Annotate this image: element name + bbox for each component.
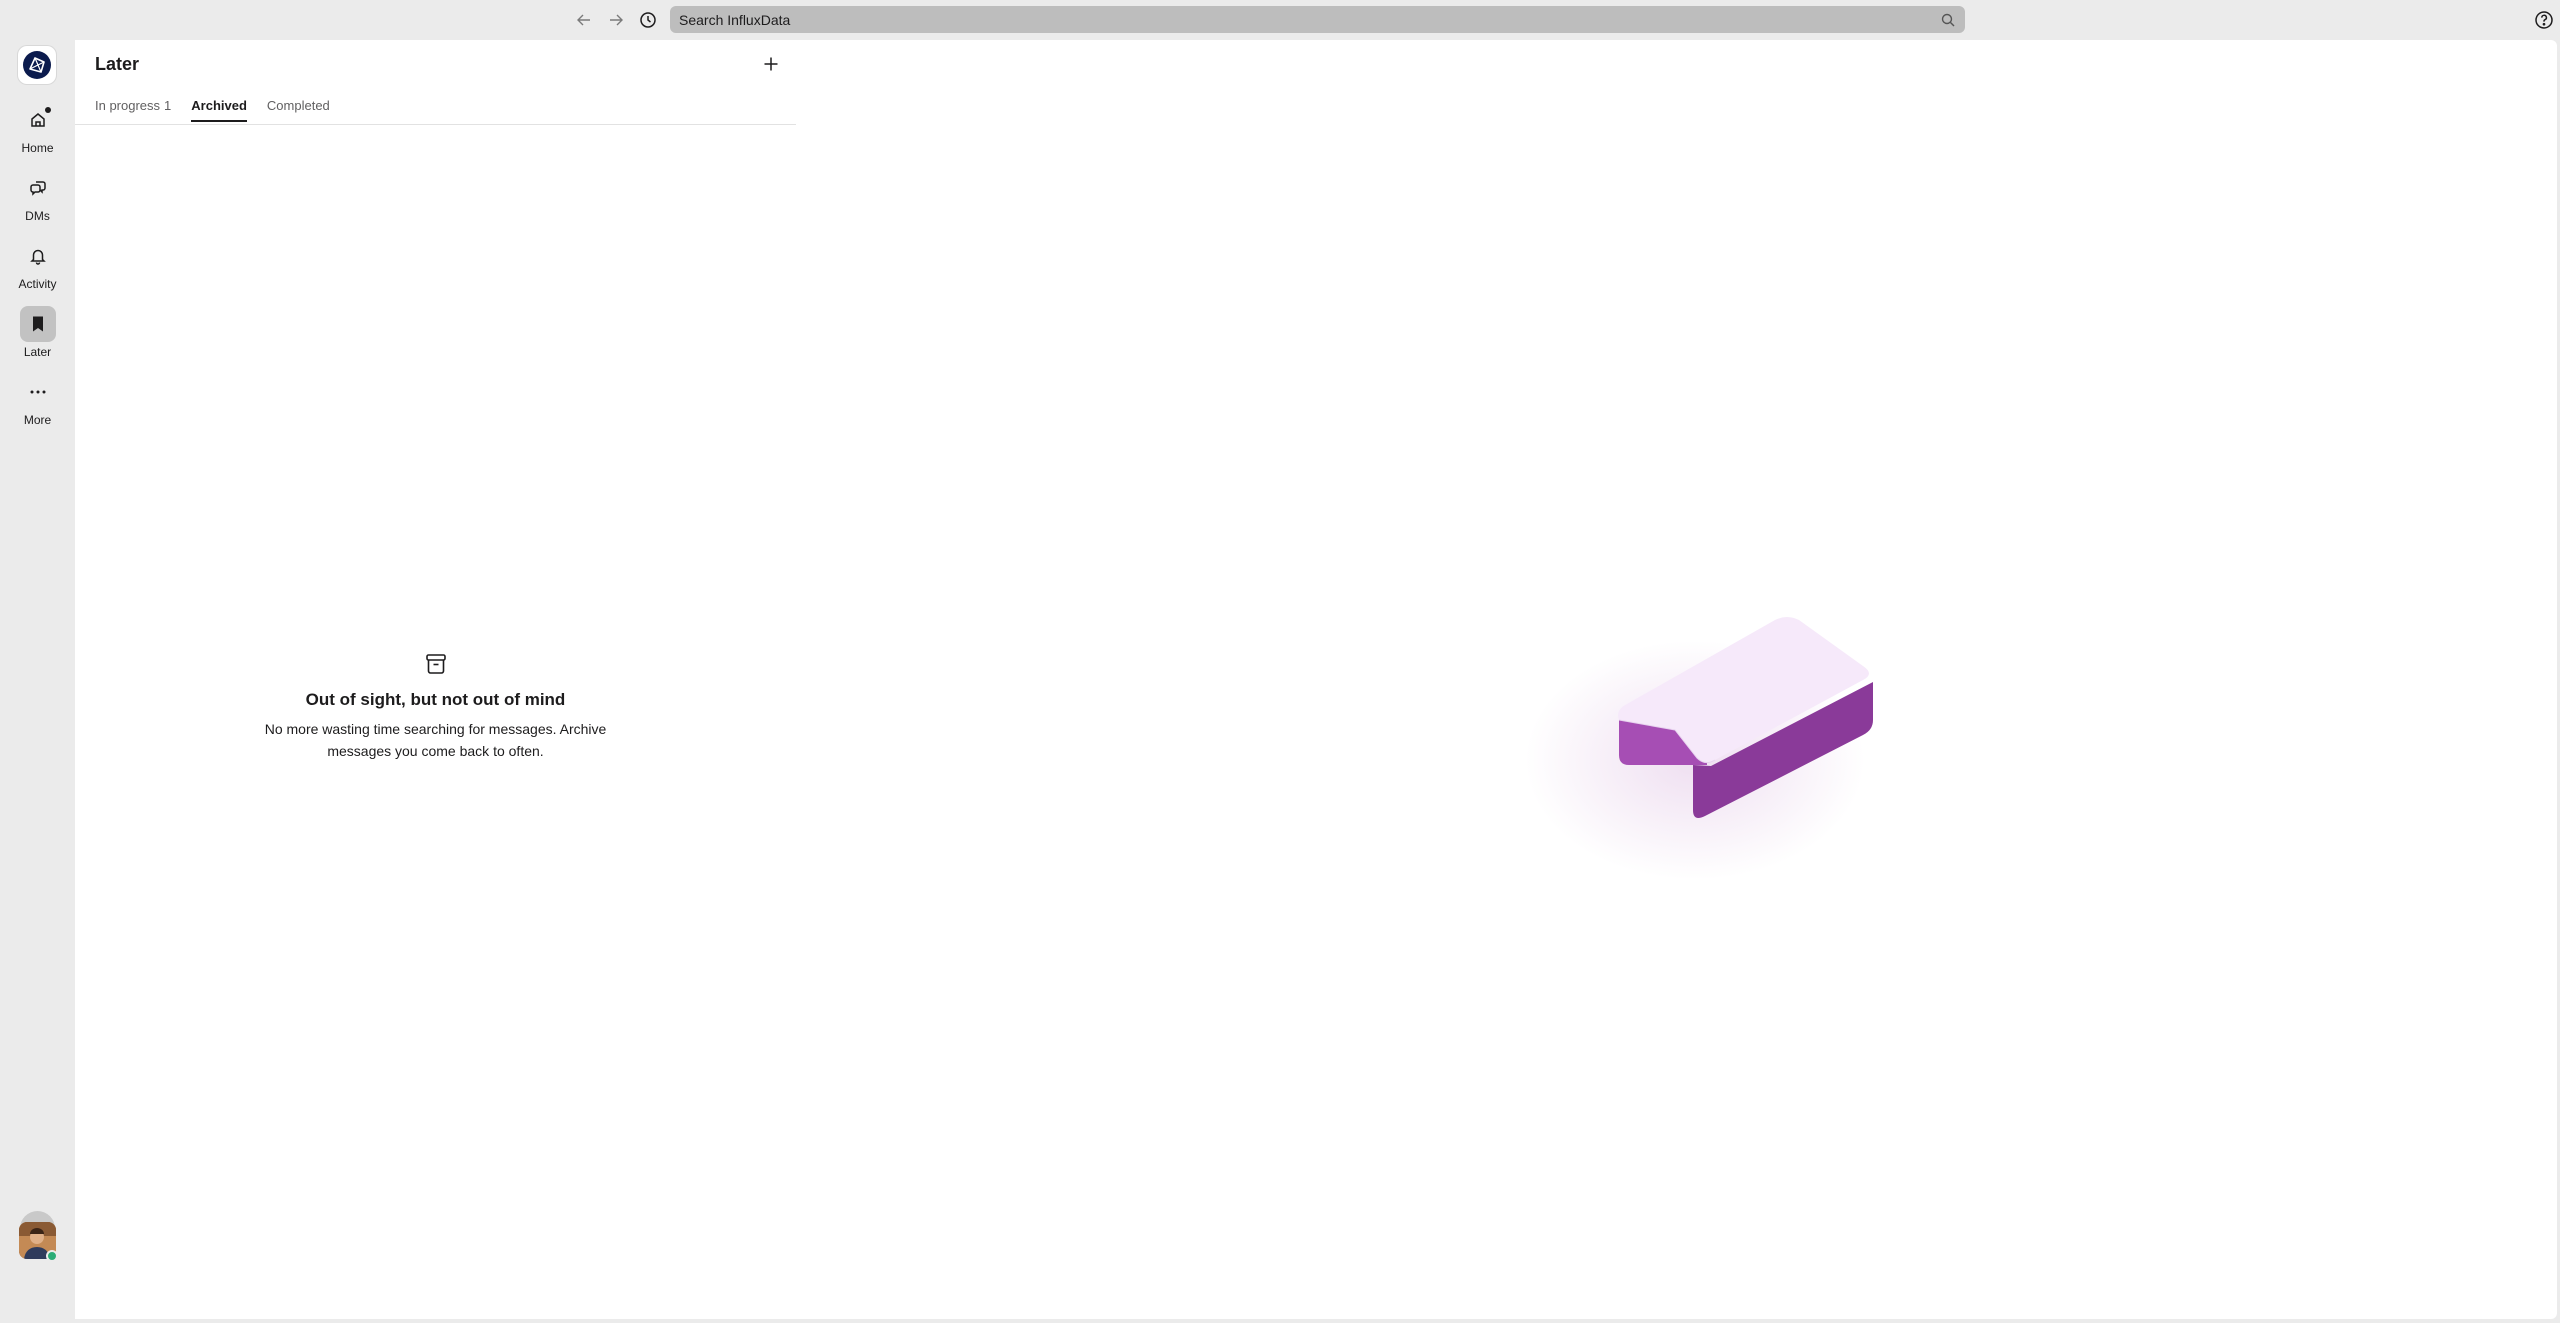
rail-item-home[interactable]: Home bbox=[0, 102, 75, 166]
empty-state: Out of sight, but not out of mind No mor… bbox=[75, 652, 796, 762]
rail-item-more[interactable]: More bbox=[0, 374, 75, 438]
bell-icon-wrap bbox=[20, 238, 56, 274]
help-icon bbox=[2535, 11, 2553, 29]
tab-label: In progress bbox=[95, 98, 161, 113]
back-button[interactable] bbox=[570, 6, 598, 34]
later-illustration bbox=[1515, 570, 1875, 890]
empty-state-title: Out of sight, but not out of mind bbox=[305, 690, 566, 709]
plus-icon bbox=[764, 57, 778, 71]
presence-indicator bbox=[46, 1250, 58, 1262]
tab-completed[interactable]: Completed bbox=[267, 96, 330, 126]
influxdata-logo-icon bbox=[23, 51, 51, 79]
bookmark-3d-illustration-icon bbox=[1525, 617, 1873, 880]
tab-count: 1 bbox=[164, 98, 172, 113]
dms-icon-wrap bbox=[20, 170, 56, 206]
left-rail: Home DMs Activity Later More bbox=[0, 40, 75, 1323]
help-button[interactable] bbox=[2531, 7, 2557, 33]
rail-label-dms: DMs bbox=[25, 209, 50, 223]
tab-archived[interactable]: Archived bbox=[191, 96, 247, 126]
history-button[interactable] bbox=[634, 6, 662, 34]
rail-label-more: More bbox=[23, 413, 52, 427]
unread-dot bbox=[44, 107, 51, 113]
rail-item-activity[interactable]: Activity bbox=[0, 238, 75, 302]
bookmark-icon-wrap bbox=[19, 306, 56, 342]
bookmark-icon bbox=[32, 316, 43, 332]
tab-bar: In progress 1 Archived Completed bbox=[95, 96, 330, 126]
main-panel: Later In progress 1 Archived Completed Ou… bbox=[75, 40, 2557, 1319]
bell-icon bbox=[29, 249, 46, 265]
ellipsis-icon bbox=[30, 390, 45, 394]
empty-state-description: No more wasting time searching for messa… bbox=[264, 721, 607, 759]
divider bbox=[75, 124, 796, 125]
home-icon bbox=[30, 113, 45, 127]
arrow-right-icon bbox=[610, 14, 623, 26]
search-input[interactable]: Search InfluxData bbox=[670, 6, 1965, 33]
rail-label-activity: Activity bbox=[18, 277, 57, 291]
tab-label: Archived bbox=[191, 98, 247, 113]
tab-label: Completed bbox=[266, 98, 330, 113]
forward-button[interactable] bbox=[602, 6, 630, 34]
search-placeholder: Search InfluxData bbox=[679, 11, 791, 28]
search-icon bbox=[1941, 13, 1955, 26]
rail-item-dms[interactable]: DMs bbox=[0, 170, 75, 234]
workspace-logo[interactable] bbox=[18, 46, 56, 84]
dms-icon bbox=[29, 181, 46, 196]
add-reminder-button[interactable] bbox=[758, 51, 784, 77]
top-bar: Search InfluxData bbox=[0, 0, 2560, 40]
rail-label-home: Home bbox=[21, 141, 54, 155]
ellipsis-icon-wrap bbox=[20, 374, 56, 410]
tab-in-progress[interactable]: In progress 1 bbox=[95, 96, 171, 126]
clock-icon bbox=[640, 12, 656, 28]
later-pane: Later In progress 1 Archived Completed Ou… bbox=[75, 40, 796, 1319]
archive-box-icon bbox=[425, 654, 446, 674]
arrow-left-icon bbox=[577, 14, 590, 26]
rail-label-later: Later bbox=[23, 345, 52, 359]
rail-item-later[interactable]: Later bbox=[0, 306, 75, 370]
empty-icon-wrap bbox=[75, 652, 796, 676]
home-icon-wrap bbox=[20, 102, 56, 138]
page-title: Later bbox=[95, 54, 140, 74]
